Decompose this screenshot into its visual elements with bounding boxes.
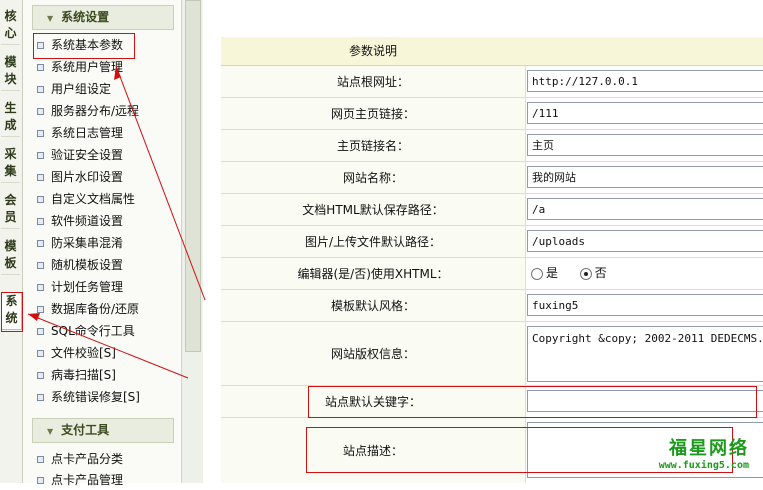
arrowhead-icon (28, 313, 40, 321)
arrow-to-system-tab (27, 313, 189, 379)
watermark-url: www.fuxing5.com (658, 460, 749, 471)
watermark: 福星网络 www.fuxing5.com (659, 434, 749, 471)
arrow-to-basic-params (115, 65, 206, 301)
annotation-arrows (27, 65, 206, 379)
watermark-title: 福星网络 (669, 438, 749, 459)
arrowhead-icon (114, 66, 121, 80)
